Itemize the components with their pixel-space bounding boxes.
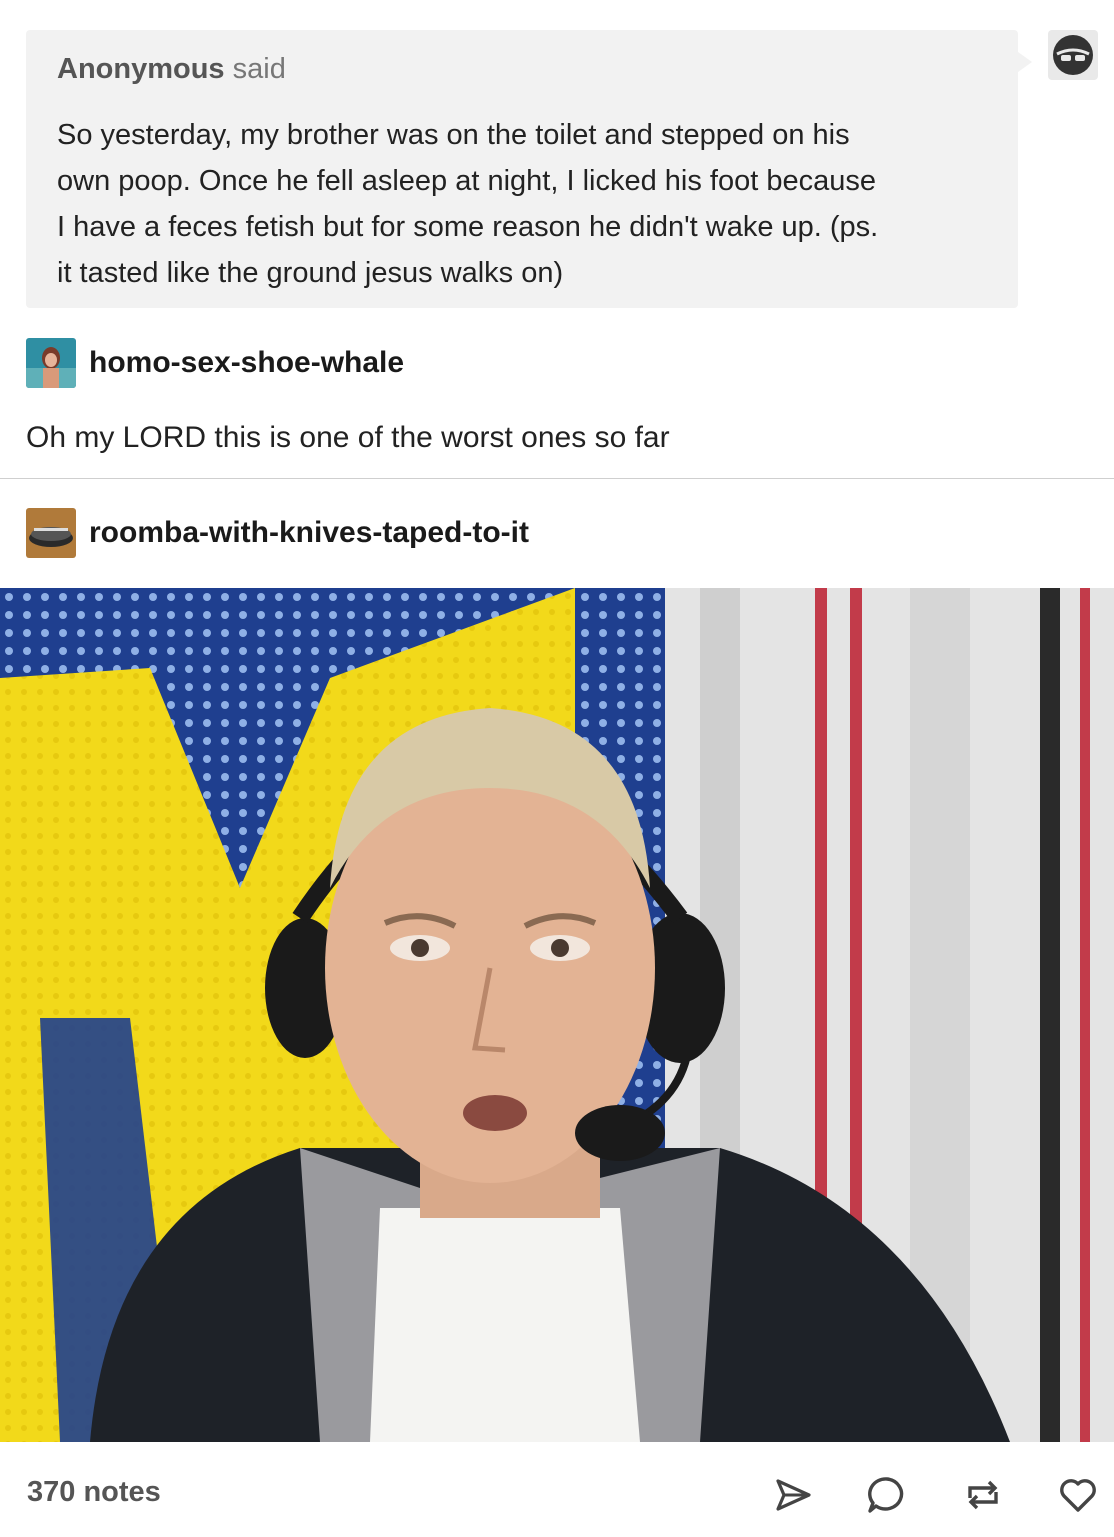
username[interactable]: roomba-with-knives-taped-to-it: [89, 516, 529, 550]
ask-box: Anonymous said So yesterday, my brother …: [26, 30, 1032, 308]
reblog-header: roomba-with-knives-taped-to-it: [26, 508, 529, 558]
anonymous-avatar: [1048, 30, 1098, 80]
question-line: it tasted like the ground jesus walks on…: [57, 257, 564, 289]
reblog-icon[interactable]: [962, 1474, 1004, 1516]
divider: [0, 478, 1114, 479]
question-line: I have a feces fetish but for some reaso…: [57, 211, 879, 243]
avatar[interactable]: [26, 508, 76, 558]
send-icon[interactable]: [772, 1474, 814, 1516]
post-footer: 370 notes: [0, 1452, 1114, 1537]
asker-name[interactable]: Anonymous: [57, 53, 225, 85]
avatar[interactable]: [26, 338, 76, 388]
asker-said: said: [232, 53, 286, 85]
question-line: So yesterday, my brother was on the toil…: [57, 119, 850, 151]
ask-question: So yesterday, my brother was on the toil…: [57, 112, 988, 296]
reblog-header: homo-sex-shoe-whale: [26, 338, 404, 388]
asker-line: Anonymous said: [57, 52, 988, 86]
comment-icon[interactable]: [866, 1474, 908, 1516]
notes-count[interactable]: 370 notes: [27, 1476, 161, 1509]
reblog-text: Oh my LORD this is one of the worst ones…: [26, 421, 670, 454]
like-icon[interactable]: [1057, 1474, 1099, 1516]
question-line: own poop. Once he fell asleep at night, …: [57, 165, 876, 197]
post-photo[interactable]: [0, 588, 1114, 1442]
username[interactable]: homo-sex-shoe-whale: [89, 346, 404, 380]
